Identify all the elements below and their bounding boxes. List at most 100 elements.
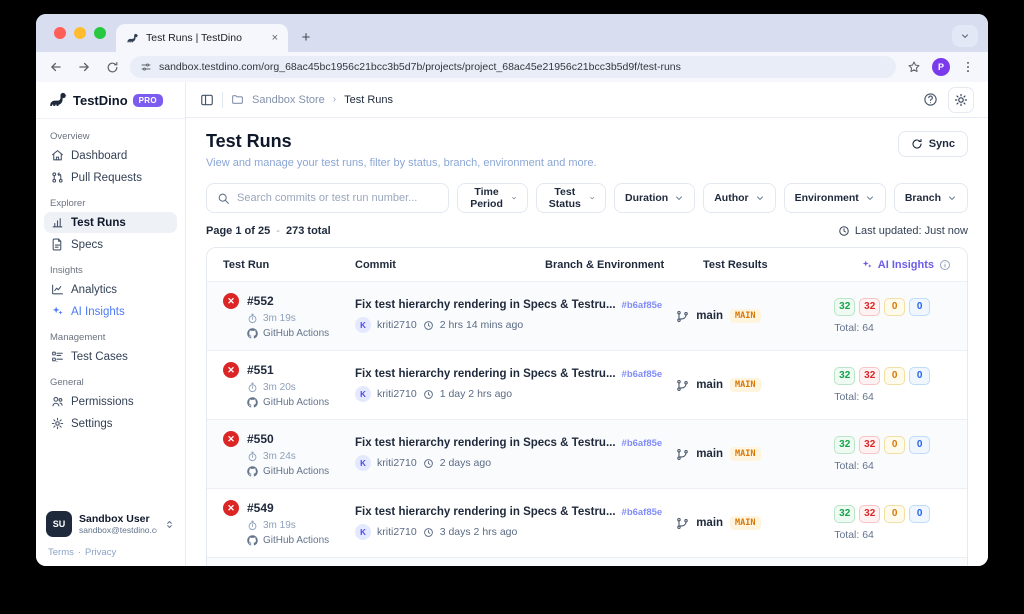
divider bbox=[222, 92, 223, 108]
clock-icon bbox=[423, 320, 434, 331]
skipped-count-badge: 0 bbox=[909, 505, 930, 523]
total-tests: Total: 64 bbox=[834, 460, 966, 472]
commit-title[interactable]: Fix test hierarchy rendering in Specs & … bbox=[355, 506, 616, 518]
close-tab-icon[interactable]: × bbox=[272, 32, 278, 44]
sidebar-toggle-icon[interactable] bbox=[200, 93, 214, 107]
reload-button[interactable] bbox=[102, 57, 122, 77]
help-icon[interactable] bbox=[923, 92, 938, 107]
test-run-row[interactable]: ✕ #548 3m 16s GitHub Actions Fix test hi… bbox=[207, 557, 967, 566]
browser-tab[interactable]: Test Runs | TestDino × bbox=[116, 24, 288, 52]
search-box[interactable] bbox=[206, 183, 449, 213]
github-icon bbox=[247, 535, 258, 546]
address-bar[interactable]: sandbox.testdino.com/org_68ac45bc1956c21… bbox=[130, 56, 896, 78]
privacy-link[interactable]: Privacy bbox=[85, 547, 116, 558]
col-branch-env: Branch & Environment bbox=[545, 259, 703, 271]
terms-link[interactable]: Terms bbox=[48, 547, 74, 558]
filter-dropdowns: Time Period Test Status Duration Author Envi… bbox=[457, 183, 968, 213]
filter-environment[interactable]: Environment bbox=[784, 183, 886, 213]
brand-name: TestDino bbox=[73, 93, 128, 108]
run-id[interactable]: #550 bbox=[247, 432, 274, 446]
col-test-results: Test Results bbox=[703, 259, 835, 271]
commit-hash[interactable]: #b6af85e bbox=[622, 369, 663, 380]
table-header: Test Run Commit Branch & Environment Tes… bbox=[207, 248, 967, 281]
filter-duration[interactable]: Duration bbox=[614, 183, 695, 213]
bookmark-star-icon[interactable] bbox=[904, 57, 924, 77]
author-avatar: K bbox=[355, 317, 371, 333]
user-card[interactable]: SU Sandbox User sandbox@testdino.co... bbox=[36, 503, 185, 541]
sparkles-icon bbox=[51, 305, 64, 318]
run-id[interactable]: #551 bbox=[247, 363, 274, 377]
back-button[interactable] bbox=[46, 57, 66, 77]
col-ai-insights: AI Insights bbox=[878, 259, 934, 271]
theme-toggle-button[interactable] bbox=[948, 87, 974, 113]
info-icon[interactable] bbox=[939, 259, 951, 271]
test-run-row[interactable]: ✕ #551 3m 20s GitHub Actions Fix test hi… bbox=[207, 350, 967, 419]
browser-profile-avatar[interactable]: P bbox=[932, 58, 950, 76]
run-duration: 3m 19s bbox=[263, 313, 296, 324]
sync-button[interactable]: Sync bbox=[898, 131, 968, 157]
sidebar-item-settings[interactable]: Settings bbox=[44, 413, 177, 434]
run-id[interactable]: #552 bbox=[247, 294, 274, 308]
tab-search-button[interactable] bbox=[952, 25, 978, 47]
sidebar-item-analytics[interactable]: Analytics bbox=[44, 279, 177, 300]
sidebar-item-pull-requests[interactable]: Pull Requests bbox=[44, 167, 177, 188]
minimize-window-button[interactable] bbox=[74, 27, 86, 39]
nav-section-label: Explorer bbox=[50, 198, 171, 209]
chevron-down-icon bbox=[755, 193, 765, 203]
failed-count-badge: 32 bbox=[859, 436, 880, 454]
sidebar-item-test-cases[interactable]: Test Cases bbox=[44, 346, 177, 367]
close-window-button[interactable] bbox=[54, 27, 66, 39]
failed-status-icon: ✕ bbox=[223, 362, 239, 378]
breadcrumb-page: Test Runs bbox=[344, 94, 393, 106]
test-run-row[interactable]: ✕ #550 3m 24s GitHub Actions Fix test hi… bbox=[207, 419, 967, 488]
commit-title[interactable]: Fix test hierarchy rendering in Specs & … bbox=[355, 299, 616, 311]
test-run-row[interactable]: ✕ #549 3m 19s GitHub Actions Fix test hi… bbox=[207, 488, 967, 557]
commit-hash[interactable]: #b6af85e bbox=[622, 507, 663, 518]
chevrons-up-down-icon[interactable] bbox=[164, 519, 175, 530]
folder-icon bbox=[231, 93, 244, 106]
filter-test-status[interactable]: Test Status bbox=[536, 183, 606, 213]
filter-author[interactable]: Author bbox=[703, 183, 775, 213]
browser-menu-icon[interactable] bbox=[958, 57, 978, 77]
author-name: kriti2710 bbox=[377, 319, 417, 331]
commit-hash[interactable]: #b6af85e bbox=[622, 300, 663, 311]
filter-branch[interactable]: Branch bbox=[894, 183, 968, 213]
ci-provider: GitHub Actions bbox=[263, 328, 329, 339]
search-input[interactable] bbox=[237, 192, 438, 204]
brand[interactable]: TestDino PRO bbox=[36, 82, 185, 119]
sidebar-item-dashboard[interactable]: Dashboard bbox=[44, 145, 177, 166]
total-tests: Total: 64 bbox=[834, 322, 966, 334]
file-icon bbox=[51, 238, 64, 251]
ci-provider: GitHub Actions bbox=[263, 535, 329, 546]
commit-title[interactable]: Fix test hierarchy rendering in Specs & … bbox=[355, 437, 616, 449]
filter-time-period[interactable]: Time Period bbox=[457, 183, 528, 213]
forward-button[interactable] bbox=[74, 57, 94, 77]
sidebar-item-specs[interactable]: Specs bbox=[44, 234, 177, 255]
test-run-row[interactable]: ✕ #552 3m 19s GitHub Actions Fix test hi… bbox=[207, 281, 967, 350]
commit-hash[interactable]: #b6af85e bbox=[622, 438, 663, 449]
failed-count-badge: 32 bbox=[859, 298, 880, 316]
sidebar-nav: OverviewDashboardPull RequestsExplorerTe… bbox=[36, 119, 185, 503]
sidebar-item-test-runs[interactable]: Test Runs bbox=[44, 212, 177, 233]
clock-icon bbox=[423, 527, 434, 538]
chevron-down-icon bbox=[947, 193, 957, 203]
new-tab-button[interactable]: + bbox=[294, 25, 318, 49]
site-settings-icon[interactable] bbox=[140, 61, 152, 73]
sidebar-item-permissions[interactable]: Permissions bbox=[44, 391, 177, 412]
chevron-down-icon bbox=[589, 193, 595, 203]
skipped-count-badge: 0 bbox=[909, 298, 930, 316]
failed-count-badge: 32 bbox=[859, 505, 880, 523]
commit-title[interactable]: Fix test hierarchy rendering in Specs & … bbox=[355, 368, 616, 380]
zoom-window-button[interactable] bbox=[94, 27, 106, 39]
meta-separator: - bbox=[276, 225, 280, 237]
run-id[interactable]: #549 bbox=[247, 501, 274, 515]
stopwatch-icon bbox=[247, 313, 258, 324]
gear-icon bbox=[51, 417, 64, 430]
breadcrumb-project[interactable]: Sandbox Store bbox=[252, 94, 325, 106]
users-icon bbox=[51, 395, 64, 408]
environment-badge: MAIN bbox=[730, 378, 760, 392]
pagination-meta: Page 1 of 25 - 273 total Last updated: J… bbox=[206, 225, 968, 237]
github-icon bbox=[247, 328, 258, 339]
passed-count-badge: 32 bbox=[834, 298, 855, 316]
sidebar-item-ai-insights[interactable]: AI Insights bbox=[44, 301, 177, 322]
